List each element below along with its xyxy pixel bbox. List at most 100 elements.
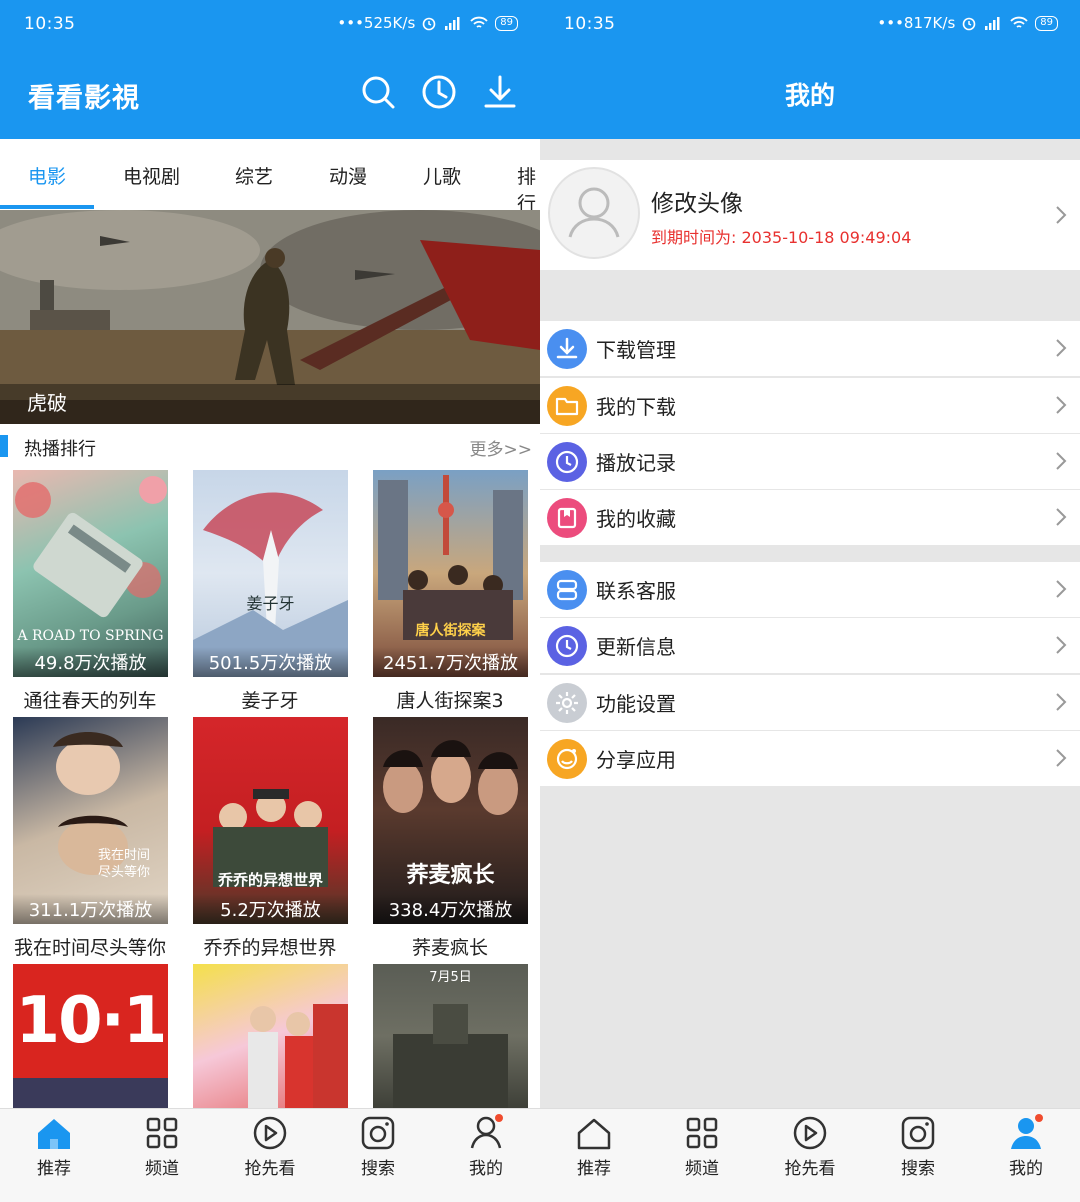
search-icon[interactable] bbox=[358, 72, 398, 112]
menu-label: 联系客服 bbox=[596, 579, 676, 603]
tab-anime[interactable]: 动漫 bbox=[329, 162, 367, 189]
more-link[interactable]: 更多>> bbox=[470, 435, 533, 460]
network-speed: •••525K/s bbox=[337, 14, 416, 32]
poster-card[interactable]: 10·1 bbox=[13, 964, 168, 1108]
play-count: 311.1万次播放 bbox=[13, 894, 168, 924]
download-icon[interactable] bbox=[480, 72, 520, 112]
nav-channel[interactable]: 频道 bbox=[108, 1109, 216, 1202]
chevron-right-icon bbox=[1056, 749, 1067, 767]
poster-image bbox=[15, 476, 167, 618]
poster-card[interactable]: 7月5日 bbox=[373, 964, 528, 1108]
menu-label: 下载管理 bbox=[596, 338, 676, 362]
chevron-right-icon bbox=[1056, 452, 1067, 470]
banner-caption-overlay bbox=[0, 384, 540, 424]
status-time: 10:35 bbox=[24, 14, 76, 34]
hot-ranking-header: 热播排行 更多>> bbox=[0, 430, 540, 464]
chevron-right-icon bbox=[1056, 636, 1067, 654]
network-speed: •••817K/s bbox=[877, 14, 956, 32]
poster-image bbox=[248, 1004, 348, 1108]
tab-indicator bbox=[0, 205, 94, 209]
camera-icon bbox=[361, 1116, 395, 1150]
nav-label: 推荐 bbox=[577, 1159, 611, 1179]
home-icon bbox=[577, 1118, 611, 1150]
play-circle-icon bbox=[793, 1116, 827, 1150]
tab-ranking[interactable]: 排行 bbox=[517, 162, 540, 216]
alarm-icon bbox=[422, 17, 436, 31]
bottom-nav: 推荐 频道 抢先看 搜索 我的 bbox=[540, 1108, 1080, 1202]
nav-mine[interactable]: 我的 bbox=[972, 1109, 1080, 1202]
menu-customer-service[interactable]: 联系客服 bbox=[540, 562, 1080, 617]
poster-card[interactable]: 乔乔的异想世界 5.2万次播放 bbox=[193, 717, 348, 924]
featured-banner[interactable]: 虎破 bbox=[0, 210, 540, 424]
nav-label: 抢先看 bbox=[784, 1159, 836, 1179]
nav-recommend[interactable]: 推荐 bbox=[540, 1109, 648, 1202]
chevron-right-icon bbox=[1056, 508, 1067, 526]
expire-date: 到期时间为: 2035-10-18 09:49:04 bbox=[651, 228, 912, 247]
battery-icon: 89 bbox=[1035, 15, 1058, 31]
avatar[interactable] bbox=[548, 167, 640, 259]
tab-kids-songs[interactable]: 儿歌 bbox=[423, 162, 461, 189]
poster-image bbox=[393, 1004, 508, 1108]
poster-card[interactable]: 姜子牙 501.5万次播放 bbox=[193, 470, 348, 677]
movie-title[interactable]: 唐人街探案3 bbox=[360, 686, 540, 713]
poster-image bbox=[193, 492, 348, 677]
nav-preview[interactable]: 抢先看 bbox=[756, 1109, 864, 1202]
nav-label: 搜索 bbox=[361, 1159, 395, 1179]
app-title: 看看影視 bbox=[28, 83, 140, 114]
poster-card[interactable]: 我在时间尽头等你 311.1万次播放 bbox=[13, 717, 168, 924]
movie-title[interactable]: 通往春天的列车 bbox=[0, 686, 180, 713]
profile-card[interactable]: 修改头像 到期时间为: 2035-10-18 09:49:04 bbox=[540, 160, 1080, 270]
chevron-right-icon bbox=[1056, 693, 1067, 711]
play-count: 5.2万次播放 bbox=[193, 894, 348, 924]
play-count: 2451.7万次播放 bbox=[373, 647, 528, 677]
poster-text: A ROAD TO SPRING bbox=[17, 628, 164, 644]
nav-search[interactable]: 搜索 bbox=[864, 1109, 972, 1202]
nav-label: 推荐 bbox=[37, 1159, 71, 1179]
status-right: •••525K/s 89 bbox=[337, 14, 518, 32]
nav-channel[interactable]: 频道 bbox=[648, 1109, 756, 1202]
play-count: 501.5万次播放 bbox=[193, 647, 348, 677]
poster-card[interactable]: 唐人街探案 2451.7万次播放 bbox=[373, 470, 528, 677]
signal-icon bbox=[985, 17, 1000, 30]
menu-favorites[interactable]: 我的收藏 bbox=[540, 490, 1080, 545]
menu-label: 播放记录 bbox=[596, 451, 676, 475]
poster-card[interactable] bbox=[193, 964, 348, 1108]
tab-variety[interactable]: 综艺 bbox=[235, 162, 273, 189]
profile-screen: 10:35 •••817K/s 89 我的 修改头像 到期时间为: 2035-1… bbox=[540, 0, 1080, 1202]
nav-search[interactable]: 搜索 bbox=[324, 1109, 432, 1202]
bookmark-icon bbox=[547, 498, 587, 538]
menu-update-info[interactable]: 更新信息 bbox=[540, 618, 1080, 673]
clock-icon bbox=[547, 442, 587, 482]
poster-card[interactable]: A ROAD TO SPRING 49.8万次播放 bbox=[13, 470, 168, 677]
signal-icon bbox=[445, 17, 460, 30]
menu-share-app[interactable]: 分享应用 bbox=[540, 731, 1080, 786]
nav-preview[interactable]: 抢先看 bbox=[216, 1109, 324, 1202]
category-tabs: 电影 电视剧 综艺 动漫 儿歌 排行 bbox=[0, 139, 540, 215]
menu-my-downloads[interactable]: 我的下载 bbox=[540, 378, 1080, 433]
menu-download-manage[interactable]: 下载管理 bbox=[540, 321, 1080, 376]
menu-settings[interactable]: 功能设置 bbox=[540, 675, 1080, 730]
play-count: 49.8万次播放 bbox=[13, 647, 168, 677]
page-title: 我的 bbox=[784, 81, 835, 110]
section-accent-bar bbox=[0, 435, 8, 457]
app-bar: 看看影視 bbox=[0, 50, 540, 139]
chevron-right-icon bbox=[1056, 339, 1067, 357]
history-icon[interactable] bbox=[419, 72, 459, 112]
tab-tv-series[interactable]: 电视剧 bbox=[123, 162, 180, 189]
nav-mine[interactable]: 我的 bbox=[432, 1109, 540, 1202]
nav-label: 搜索 bbox=[901, 1159, 935, 1179]
movie-title[interactable]: 荞麦疯长 bbox=[360, 933, 540, 960]
wifi-icon bbox=[1010, 16, 1028, 28]
menu-play-history[interactable]: 播放记录 bbox=[540, 434, 1080, 489]
tab-movie[interactable]: 电影 bbox=[28, 162, 66, 189]
user-icon bbox=[1011, 1114, 1043, 1149]
chevron-right-icon bbox=[1056, 396, 1067, 414]
movie-title[interactable]: 乔乔的异想世界 bbox=[180, 933, 360, 960]
poster-card[interactable]: 荞麦疯长 338.4万次播放 bbox=[373, 717, 528, 924]
alarm-icon bbox=[962, 17, 976, 31]
nav-recommend[interactable]: 推荐 bbox=[0, 1109, 108, 1202]
movie-title[interactable]: 我在时间尽头等你 bbox=[0, 933, 180, 960]
movie-title[interactable]: 姜子牙 bbox=[180, 686, 360, 713]
server-icon bbox=[547, 570, 587, 610]
banner-caption: 虎破 bbox=[27, 391, 67, 415]
